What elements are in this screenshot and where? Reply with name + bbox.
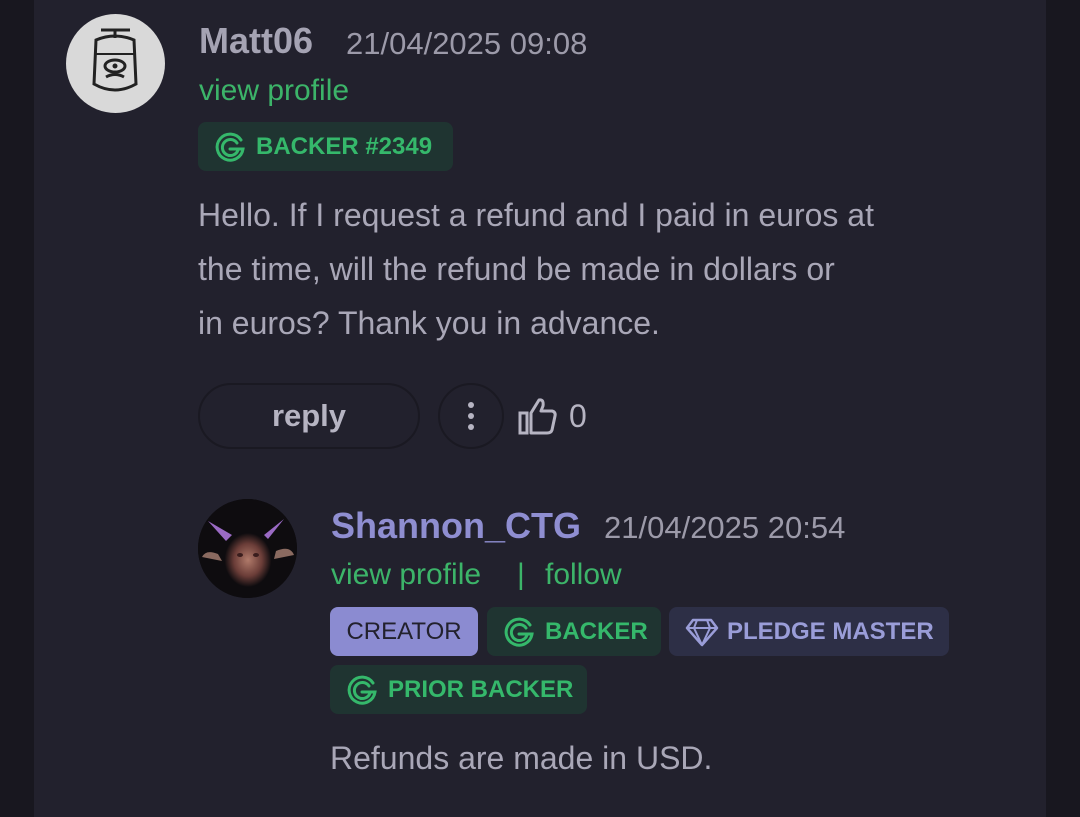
diamond-icon xyxy=(685,618,719,646)
avatar-drawing xyxy=(92,28,138,92)
reply-username[interactable]: Shannon_CTG xyxy=(331,505,581,547)
backer-g-icon xyxy=(215,132,245,162)
view-profile-link[interactable]: view profile xyxy=(331,558,481,592)
view-profile-link[interactable]: view profile xyxy=(199,74,349,108)
pledge-master-badge: PLEDGE MASTER xyxy=(669,607,949,656)
more-options-button[interactable] xyxy=(438,383,504,449)
like-count: 0 xyxy=(569,397,587,434)
follow-link[interactable]: follow xyxy=(545,558,622,592)
comment-text-line: the time, will the refund be made in dol… xyxy=(198,251,835,287)
link-separator: | xyxy=(517,558,525,591)
comment-username[interactable]: Matt06 xyxy=(199,20,313,62)
comment-text: Hello. If I request a refund and I paid … xyxy=(198,188,874,350)
comment-text-line: in euros? Thank you in advance. xyxy=(198,305,660,341)
avatar-drawing xyxy=(198,499,297,598)
prior-backer-label: PRIOR BACKER xyxy=(388,675,574,703)
like-button[interactable]: 0 xyxy=(517,394,587,438)
comment-text-line: Hello. If I request a refund and I paid … xyxy=(198,197,874,233)
reply-timestamp: 21/04/2025 20:54 xyxy=(604,510,846,545)
comment-timestamp: 21/04/2025 09:08 xyxy=(346,26,588,61)
prior-backer-badge: PRIOR BACKER xyxy=(330,665,587,714)
pledge-master-label: PLEDGE MASTER xyxy=(727,617,934,645)
backer-badge-label: BACKER xyxy=(545,617,648,645)
creator-badge: CREATOR xyxy=(330,607,478,656)
avatar-shannon-ctg[interactable] xyxy=(198,499,297,598)
reply-text: Refunds are made in USD. xyxy=(330,740,713,776)
thumbs-up-icon xyxy=(518,398,557,435)
backer-badge: BACKER xyxy=(487,607,661,656)
avatar-matt06[interactable] xyxy=(66,14,165,113)
reply-button[interactable]: reply xyxy=(198,383,420,449)
backer-number-label: BACKER #2349 xyxy=(256,132,433,160)
backer-number-badge: BACKER #2349 xyxy=(198,122,453,171)
backer-g-icon xyxy=(347,675,377,705)
more-vertical-icon xyxy=(468,402,474,430)
backer-g-icon xyxy=(504,617,534,647)
